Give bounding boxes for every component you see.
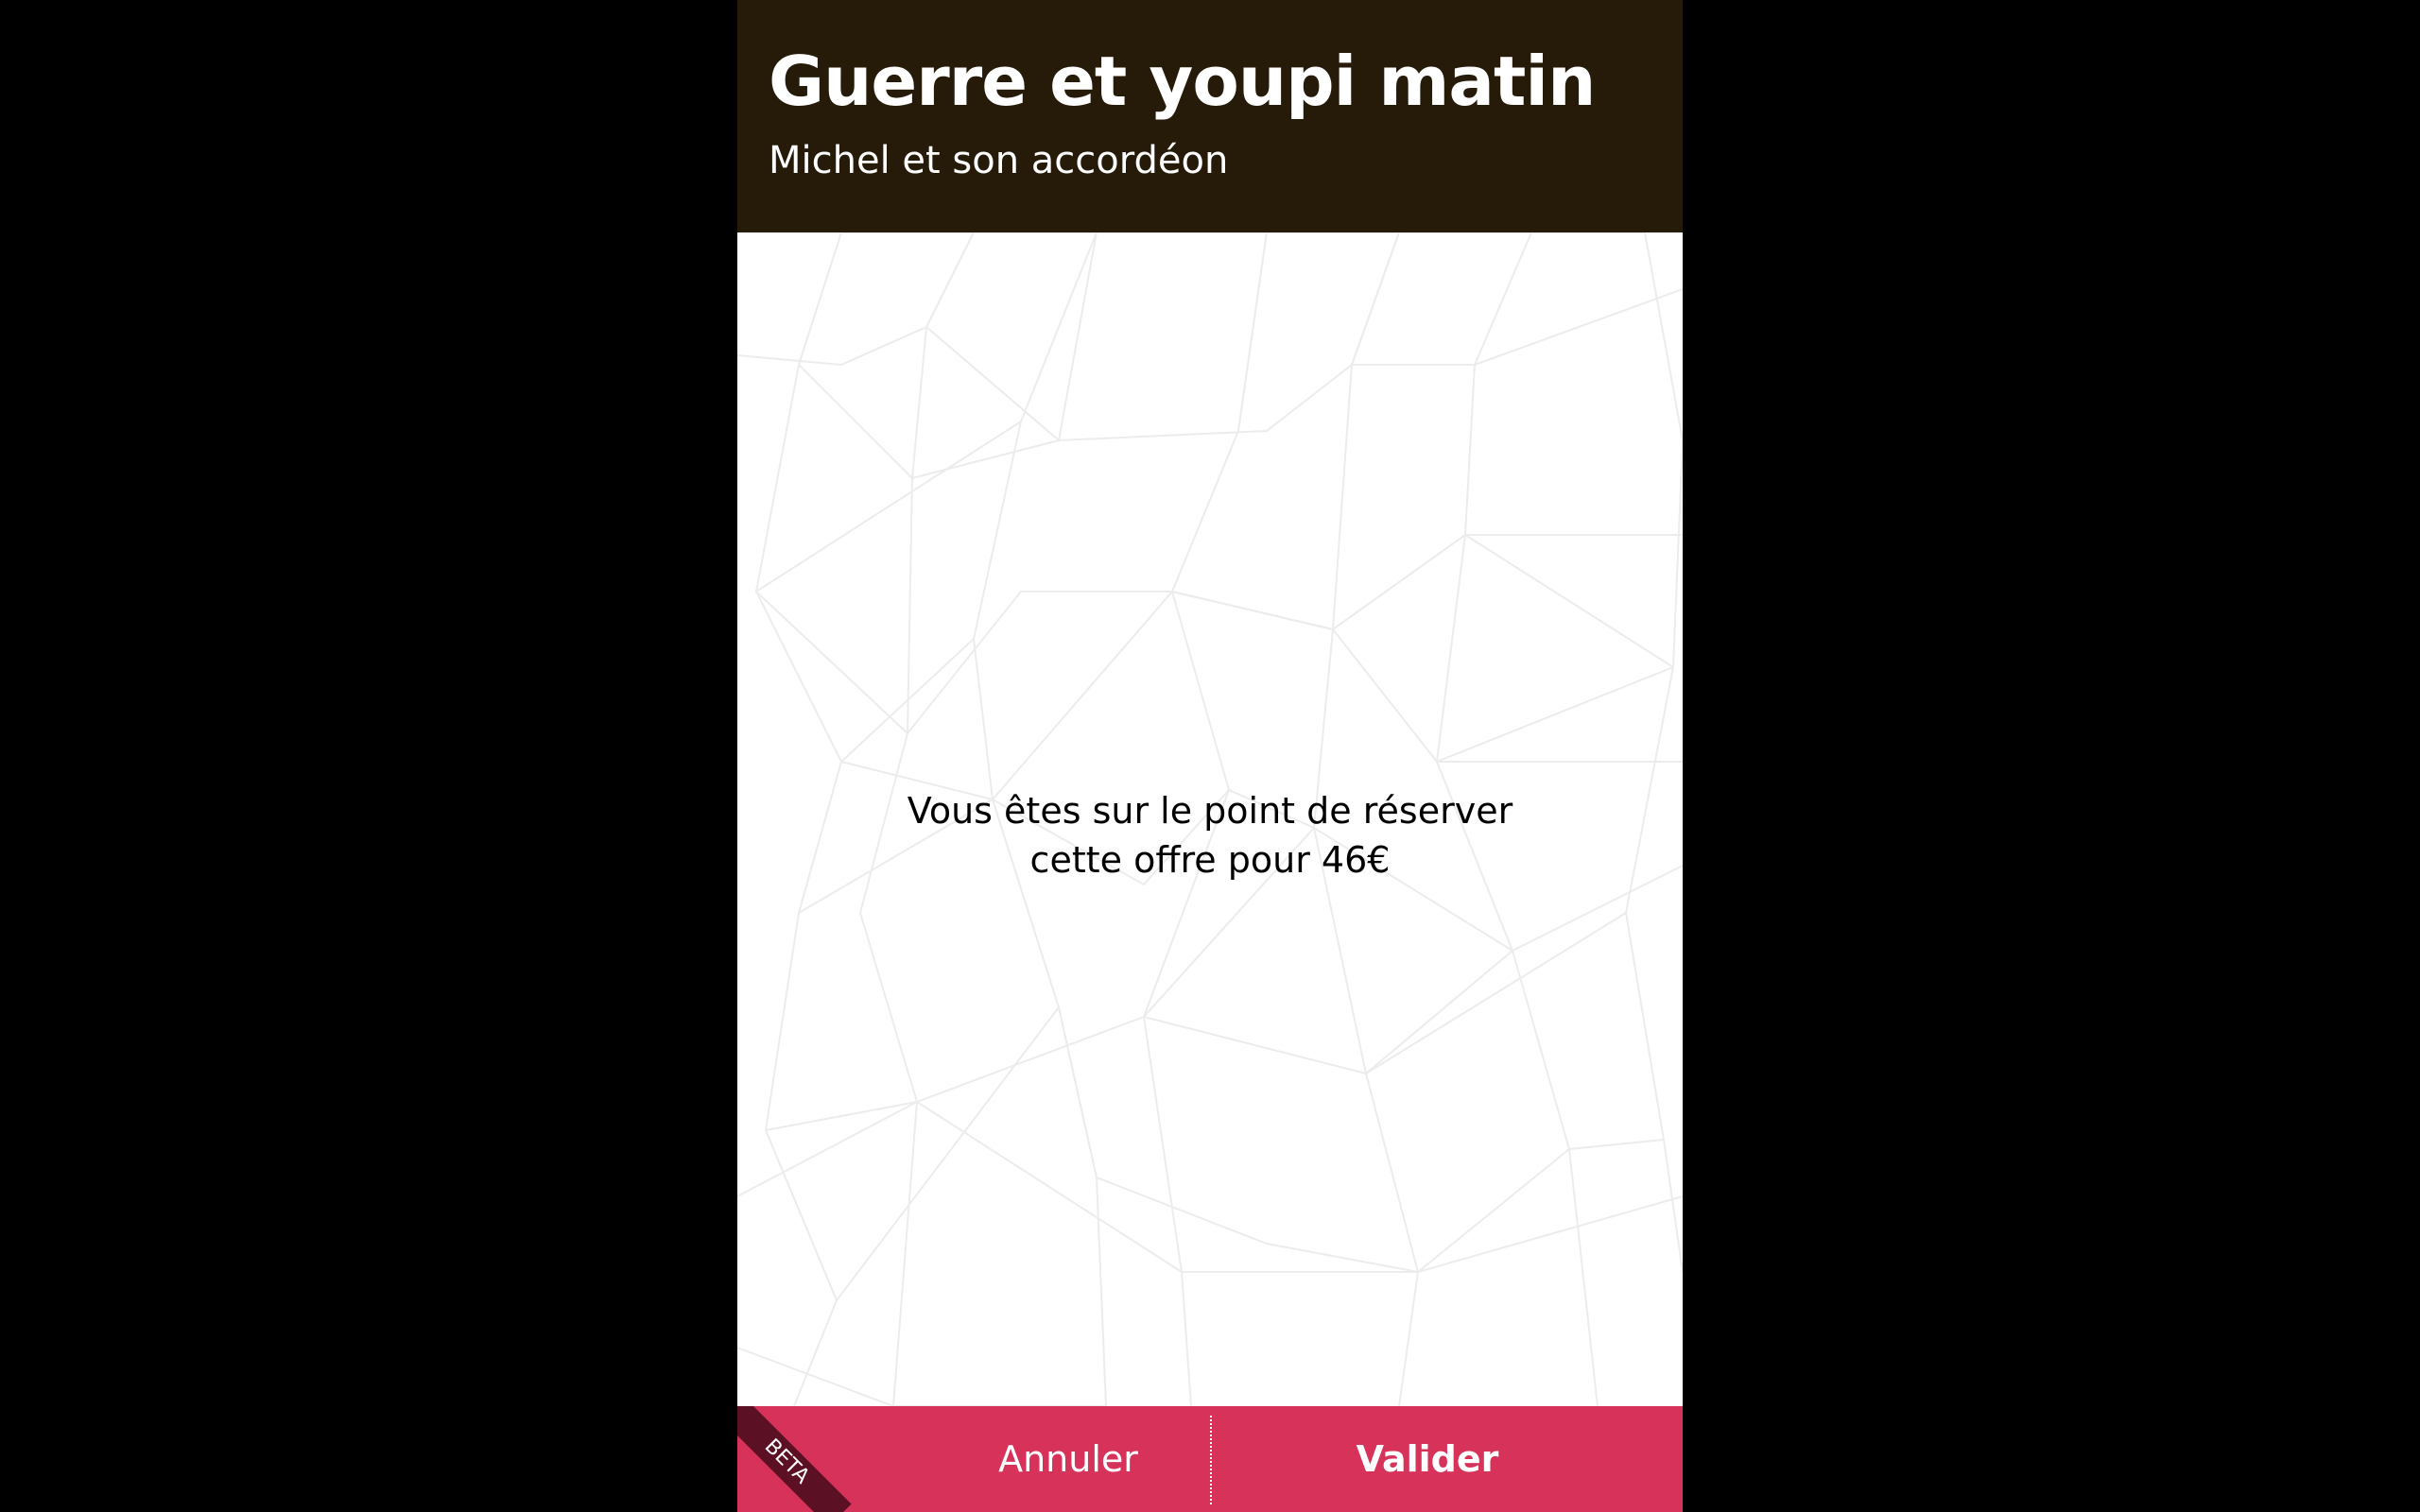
validate-button[interactable]: Valider (1229, 1406, 1626, 1512)
booking-confirmation-message: Vous êtes sur le point de réserver cette… (737, 786, 1683, 885)
booking-actions-bar: BETA Annuler Valider (737, 1406, 1683, 1512)
booking-screen: Guerre et youpi matin Michel et son acco… (737, 0, 1683, 1512)
offer-title: Guerre et youpi matin (769, 42, 1596, 121)
booking-message-line-1: Vous êtes sur le point de réserver (907, 790, 1513, 832)
button-divider (1210, 1416, 1212, 1504)
beta-ribbon: BETA (737, 1406, 852, 1512)
booking-message-line-2: cette offre pour 46€ (1029, 839, 1391, 881)
cancel-button[interactable]: Annuler (926, 1406, 1210, 1512)
offer-subtitle: Michel et son accordéon (769, 139, 1229, 182)
booking-content: Vous êtes sur le point de réserver cette… (737, 232, 1683, 1406)
offer-header: Guerre et youpi matin Michel et son acco… (737, 0, 1683, 232)
